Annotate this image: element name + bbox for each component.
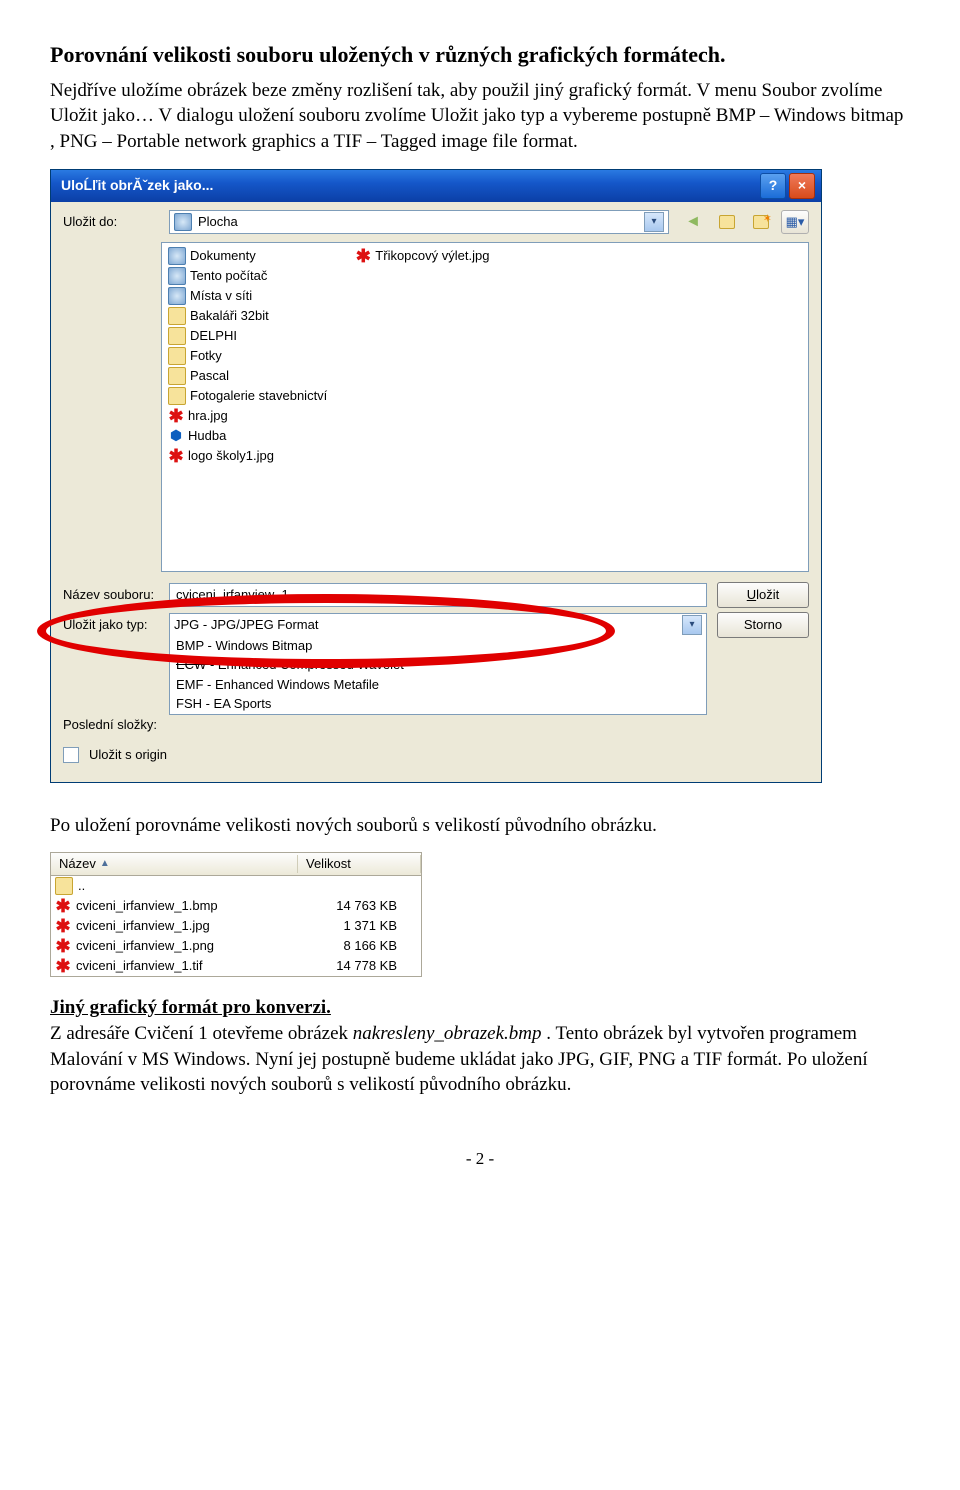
irfanview-icon: ✱ xyxy=(55,958,71,974)
section2-title: Jiný grafický formát pro konverzi. xyxy=(50,997,331,1018)
size-row[interactable]: ✱cviceni_irfanview_1.tif14 778 KB xyxy=(51,956,421,976)
system-icon xyxy=(168,247,186,265)
section2: Jiný grafický formát pro konverzi. Z adr… xyxy=(50,995,910,1098)
file-item[interactable]: Fotky xyxy=(168,347,327,365)
dialog-titlebar: UloĹľit obrĂˇzek jako... ? × xyxy=(51,170,821,202)
save-original-checkbox[interactable] xyxy=(63,747,79,763)
new-folder-icon[interactable]: ✶ xyxy=(747,210,775,234)
views-icon[interactable]: ▦▾ xyxy=(781,210,809,234)
col-size[interactable]: Velikost xyxy=(298,855,421,873)
file-item[interactable]: ✱hra.jpg xyxy=(168,407,327,425)
size-row[interactable]: ✱cviceni_irfanview_1.png8 166 KB xyxy=(51,936,421,956)
file-size-panel: Název ▲ Velikost .. ✱cviceni_irfanview_1… xyxy=(50,852,422,977)
folder-icon xyxy=(168,307,186,325)
filename-input[interactable]: cviceni_irfanview_1 xyxy=(169,583,707,607)
save-in-value: Plocha xyxy=(198,213,238,231)
save-in-label: Uložit do: xyxy=(63,213,159,231)
filename-label: Název souboru: xyxy=(63,586,159,604)
dropdown-option[interactable]: ECW - Enhanced Compressed Wavelet xyxy=(170,655,706,675)
after-dialog-paragraph: Po uložení porovnáme velikosti nových so… xyxy=(50,813,910,839)
recent-folders-label: Poslední složky: xyxy=(63,716,159,734)
folder-up-icon xyxy=(55,877,73,895)
file-item[interactable]: ✱logo školy1.jpg xyxy=(168,447,327,465)
file-item[interactable]: Dokumenty xyxy=(168,247,327,265)
size-row[interactable]: ✱cviceni_irfanview_1.bmp14 763 KB xyxy=(51,896,421,916)
chevron-down-icon[interactable]: ▾ xyxy=(682,615,702,635)
folder-icon xyxy=(168,327,186,345)
dropdown-option[interactable]: BMP - Windows Bitmap xyxy=(170,636,706,656)
back-icon[interactable]: ◄ xyxy=(679,210,707,234)
save-as-dialog: UloĹľit obrĂˇzek jako... ? × Uložit do: … xyxy=(50,169,822,783)
chevron-down-icon[interactable]: ▾ xyxy=(644,212,664,232)
irfanview-icon: ✱ xyxy=(55,898,71,914)
file-item[interactable]: Tento počítač xyxy=(168,267,327,285)
dialog-nav-icons: ◄ ✶ ▦▾ xyxy=(679,210,809,234)
file-list-pane[interactable]: Dokumenty Tento počítač Místa v síti Bakalá… xyxy=(161,242,809,572)
save-in-row: Uložit do: Plocha ▾ ◄ ✶ ▦▾ xyxy=(51,202,821,240)
file-item[interactable]: ⬢Hudba xyxy=(168,427,327,445)
system-icon xyxy=(168,267,186,285)
desktop-icon xyxy=(174,213,192,231)
filetype-dropdown[interactable]: BMP - Windows BitmapECW - Enhanced Compr… xyxy=(169,636,707,715)
sort-asc-icon: ▲ xyxy=(100,857,110,871)
page-heading: Porovnání velikosti souboru uložených v … xyxy=(50,40,910,70)
filetype-combo[interactable]: JPG - JPG/JPEG Format ▾ xyxy=(169,613,707,637)
page-number: - 2 - xyxy=(50,1148,910,1171)
file-item[interactable]: ✱Třikopcový výlet.jpg xyxy=(355,247,489,265)
dropdown-option[interactable]: EMF - Enhanced Windows Metafile xyxy=(170,675,706,695)
size-row[interactable]: ✱cviceni_irfanview_1.jpg1 371 KB xyxy=(51,916,421,936)
file-item[interactable]: DELPHI xyxy=(168,327,327,345)
irfanview-icon: ✱ xyxy=(168,448,184,464)
irfanview-icon: ✱ xyxy=(355,248,371,264)
save-button[interactable]: Uložit xyxy=(717,582,809,608)
system-icon xyxy=(168,287,186,305)
help-button[interactable]: ? xyxy=(760,173,786,199)
save-original-label: Uložit s origin xyxy=(89,746,167,764)
cancel-button[interactable]: Storno xyxy=(717,612,809,638)
dialog-title: UloĹľit obrĂˇzek jako... xyxy=(57,176,757,195)
folder-icon xyxy=(168,387,186,405)
up-folder-icon[interactable] xyxy=(713,210,741,234)
dialog-bottom: Název souboru: cviceni_irfanview_1 Uloži… xyxy=(51,576,821,782)
web-icon: ⬢ xyxy=(168,428,184,444)
file-item[interactable]: Pascal xyxy=(168,367,327,385)
irfanview-icon: ✱ xyxy=(55,938,71,954)
file-item[interactable]: Místa v síti xyxy=(168,287,327,305)
filetype-label: Uložit jako typ: xyxy=(63,616,159,634)
irfanview-icon: ✱ xyxy=(168,408,184,424)
close-button[interactable]: × xyxy=(789,173,815,199)
irfanview-icon: ✱ xyxy=(55,918,71,934)
filename-emphasis: nakresleny_obrazek.bmp xyxy=(353,1023,542,1044)
file-item[interactable]: Fotogalerie stavebnictví xyxy=(168,387,327,405)
save-in-combo[interactable]: Plocha ▾ xyxy=(169,210,669,234)
folder-icon xyxy=(168,367,186,385)
dropdown-option[interactable]: FSH - EA Sports xyxy=(170,694,706,714)
col-name[interactable]: Název ▲ xyxy=(51,855,298,873)
intro-paragraph: Nejdříve uložíme obrázek beze změny rozl… xyxy=(50,78,910,155)
size-header: Název ▲ Velikost xyxy=(51,853,421,876)
file-item[interactable]: Bakaláři 32bit xyxy=(168,307,327,325)
folder-icon xyxy=(168,347,186,365)
parent-folder-row[interactable]: .. xyxy=(51,876,421,896)
